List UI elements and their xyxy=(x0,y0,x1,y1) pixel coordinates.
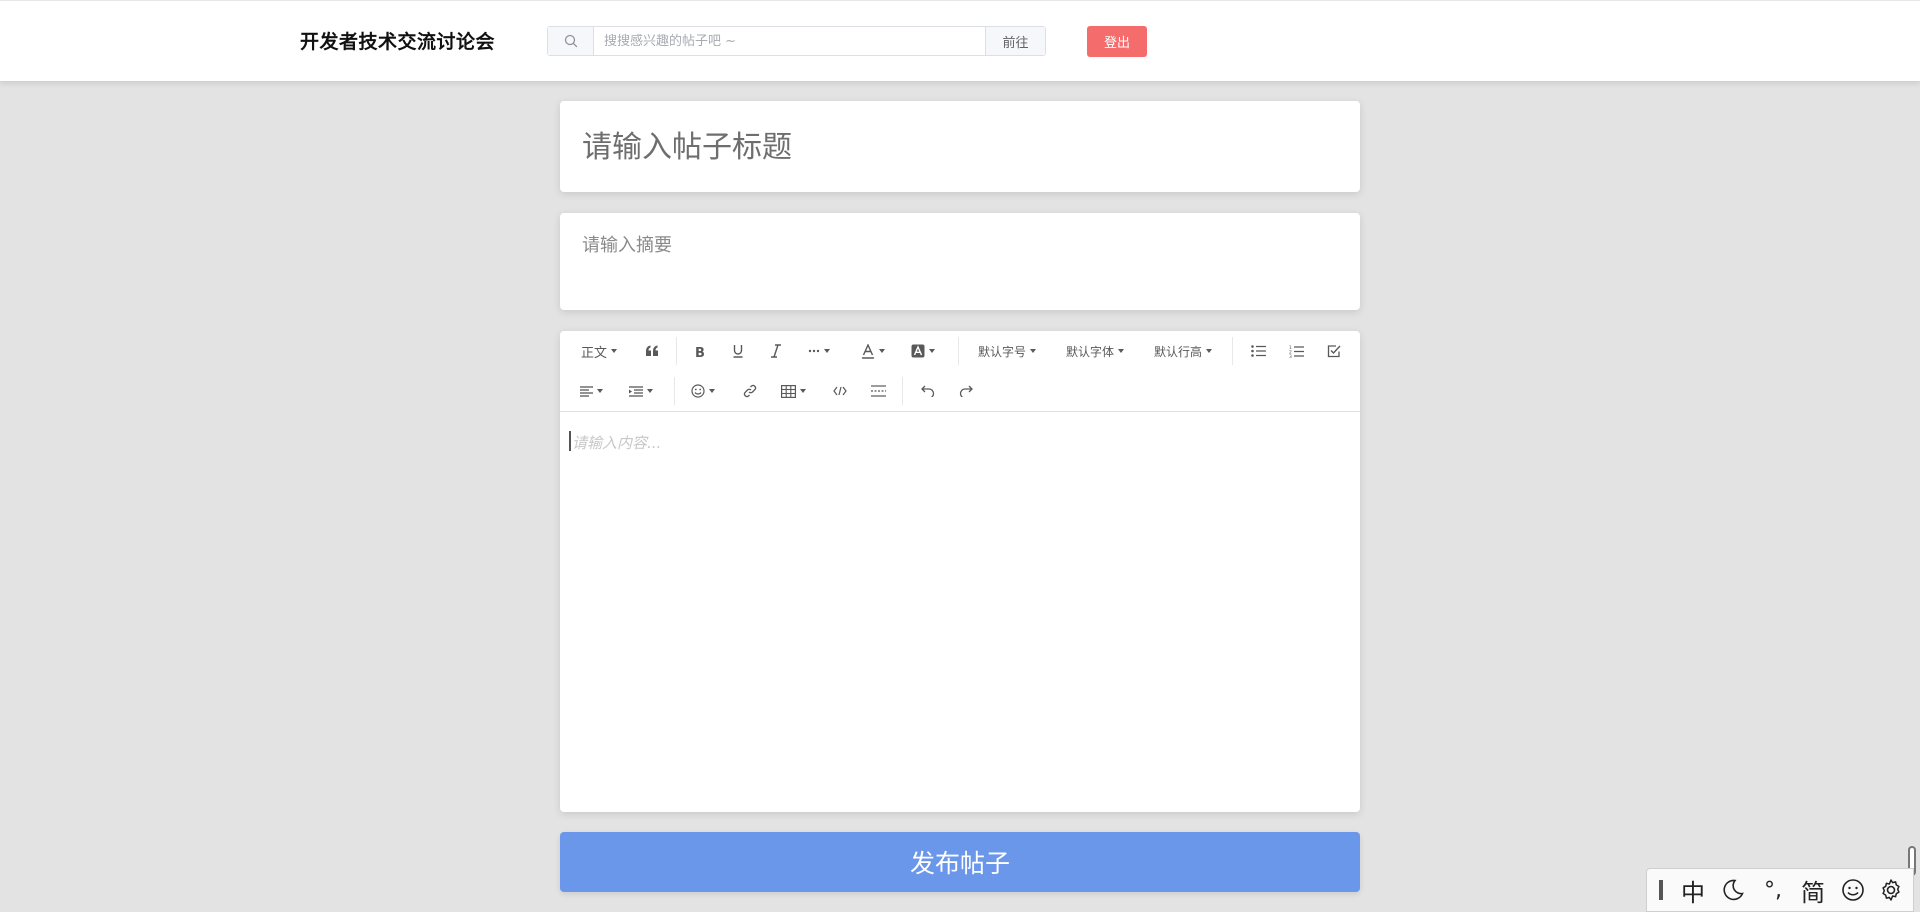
blockquote-icon[interactable] xyxy=(640,339,664,363)
more-styles-icon[interactable] xyxy=(804,339,834,363)
font-size-label: 默认字号 xyxy=(977,344,1026,359)
background-color-icon[interactable] xyxy=(908,339,938,363)
underline-icon[interactable] xyxy=(726,339,750,363)
indent-icon[interactable] xyxy=(626,379,656,403)
search-go-button[interactable]: 前往 xyxy=(985,27,1045,55)
post-summary-input[interactable] xyxy=(582,231,1332,291)
publish-post-button[interactable]: 发布帖子 xyxy=(560,832,1360,892)
font-family-label: 默认字体 xyxy=(1065,344,1114,359)
summary-card xyxy=(560,213,1360,310)
search-icon xyxy=(548,27,594,55)
search-bar: 前往 xyxy=(547,26,1046,56)
editor-content-area[interactable]: 请输入内容... xyxy=(560,412,1360,812)
editor-toolbar: 正文 B 默认字号 默认字体 默认行高 1 2 3 xyxy=(560,331,1360,412)
rich-text-editor: 正文 B 默认字号 默认字体 默认行高 1 2 3 请输入内容... xyxy=(560,331,1360,812)
font-family-select[interactable]: 默认字体 xyxy=(1062,339,1128,363)
gear-icon[interactable] xyxy=(1873,868,1909,912)
emoji-icon[interactable] xyxy=(688,379,718,403)
bold-icon[interactable]: B xyxy=(688,339,712,363)
svg-text:3: 3 xyxy=(1289,354,1292,358)
todo-checkbox-icon[interactable] xyxy=(1322,339,1346,363)
code-icon[interactable] xyxy=(828,379,852,403)
bulleted-list-icon[interactable] xyxy=(1246,339,1270,363)
align-icon[interactable] xyxy=(576,379,606,403)
numbered-list-icon[interactable]: 123 xyxy=(1284,339,1308,363)
ime-language-toggle[interactable]: 中 xyxy=(1673,868,1713,912)
svg-text:B: B xyxy=(695,346,705,358)
ime-toolbar: 中 °, 简 xyxy=(1646,868,1914,912)
text-cursor xyxy=(569,431,571,451)
moon-icon[interactable] xyxy=(1713,868,1753,912)
ime-drag-handle[interactable] xyxy=(1659,880,1663,900)
title-card xyxy=(560,101,1360,192)
editor-placeholder: 请输入内容... xyxy=(572,434,662,452)
line-height-select[interactable]: 默认行高 xyxy=(1150,339,1216,363)
redo-icon[interactable] xyxy=(954,379,978,403)
italic-icon[interactable] xyxy=(764,339,788,363)
heading-select-label: 正文 xyxy=(580,345,607,361)
heading-select[interactable]: 正文 xyxy=(578,339,620,363)
undo-icon[interactable] xyxy=(916,379,940,403)
table-icon[interactable] xyxy=(778,379,808,403)
font-size-select[interactable]: 默认字号 xyxy=(974,339,1040,363)
divider-icon[interactable] xyxy=(866,379,890,403)
link-icon[interactable] xyxy=(738,379,762,403)
line-height-label: 默认行高 xyxy=(1153,344,1202,359)
site-title: 开发者技术交流讨论会 xyxy=(300,31,496,53)
smiley-icon[interactable] xyxy=(1833,868,1873,912)
top-navbar: 开发者技术交流讨论会 前往 登出 xyxy=(0,0,1920,81)
search-input[interactable] xyxy=(594,27,985,55)
font-color-icon[interactable] xyxy=(858,339,888,363)
ime-script-toggle[interactable]: 简 xyxy=(1793,868,1833,912)
post-title-input[interactable] xyxy=(582,125,1322,169)
ime-punctuation-toggle[interactable]: °, xyxy=(1753,868,1793,912)
logout-button[interactable]: 登出 xyxy=(1087,26,1147,57)
